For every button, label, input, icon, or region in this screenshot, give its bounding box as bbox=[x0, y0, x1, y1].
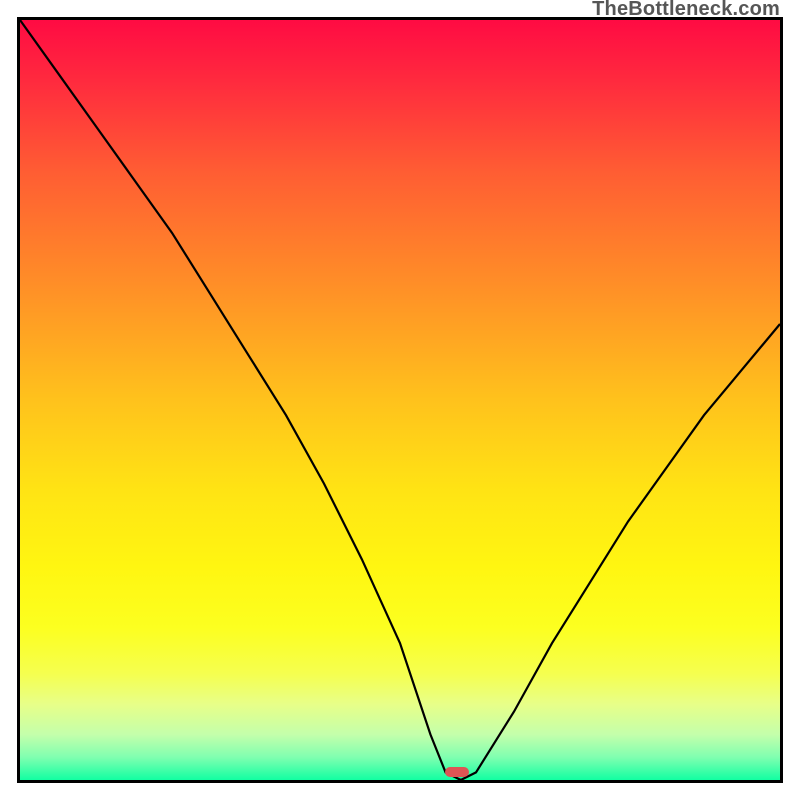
plot-area bbox=[17, 17, 783, 783]
optimal-point-marker bbox=[445, 767, 469, 777]
bottleneck-curve bbox=[20, 20, 780, 780]
curve-path bbox=[20, 20, 780, 780]
chart-frame: TheBottleneck.com bbox=[0, 0, 800, 800]
